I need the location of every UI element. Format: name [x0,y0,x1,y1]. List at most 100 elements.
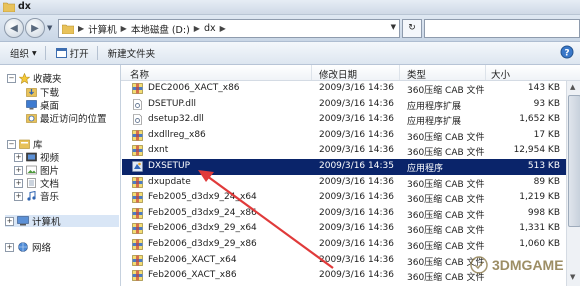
nav-music-label: 音乐 [40,192,60,203]
nav-recent-places[interactable]: 最近访问的位置 [26,112,107,125]
nav-desktop[interactable]: 桌面 [26,99,60,112]
refresh-button[interactable]: ↻ [402,19,422,38]
cab-icon [132,254,143,266]
nav-favorites[interactable]: − 收藏夹 [7,72,62,85]
network-icon [18,242,28,252]
file-row[interactable]: Feb2005_d3dx9_24_x64 2009/3/16 14:36 360压缩… [122,190,566,206]
file-size: 143 KB [527,83,560,93]
address-dropdown-icon[interactable]: ▼ [391,23,396,31]
collapse-icon[interactable]: − [7,139,16,149]
file-row[interactable]: Feb2005_d3dx9_24_x86 2009/3/16 14:36 360压缩… [122,206,566,222]
search-input[interactable] [424,19,580,38]
vertical-scrollbar[interactable]: ▲ ▼ [566,81,580,286]
file-size: 1,652 KB [519,114,560,125]
nav-desktop-label: 桌面 [40,101,60,112]
breadcrumb-drive[interactable]: 本地磁盘 (D:) [131,22,190,36]
title-bar: dx [0,0,580,15]
expand-icon[interactable]: + [14,191,23,201]
column-divider[interactable] [485,65,486,80]
nav-downloads[interactable]: 下载 [26,86,59,99]
expand-icon[interactable]: + [14,152,23,162]
file-name: Feb2005_d3dx9_24_x64 [148,192,257,203]
cab-icon [132,239,143,250]
forward-button[interactable]: ▶ [25,18,45,38]
nav-documents-label: 文档 [40,179,60,190]
toolbar-divider [96,46,98,60]
chevron-down-icon: ▼ [32,49,37,57]
chevron-right-icon[interactable]: ▶ [220,24,226,33]
cab-icon [132,145,143,157]
documents-icon [27,178,36,188]
expand-icon[interactable]: + [14,165,23,175]
breadcrumb-folder[interactable]: dx [204,23,216,34]
file-row[interactable]: DSETUP.dll 2009/3/16 14:36 应用程序扩展 93 KB [122,97,566,113]
address-row: ◀ ▶ ▼ ▶ 计算机 ▶ 本地磁盘 (D:) ▶ dx ▶ ▼ ↻ [0,15,580,42]
column-divider[interactable] [399,65,400,80]
file-row[interactable]: Feb2006_d3dx9_29_x64 2009/3/16 14:36 360压缩… [122,221,566,237]
nav-music[interactable]: + 音乐 [14,190,60,203]
file-name: Feb2006_d3dx9_29_x86 [148,239,257,249]
collapse-icon[interactable]: − [7,73,16,83]
chevron-right-icon[interactable]: ▶ [78,24,84,33]
cab-icon [132,176,143,188]
watermark-logo-icon [470,256,488,274]
file-row[interactable]: dsetup32.dll 2009/3/16 14:36 应用程序扩展 1,652 K… [122,112,566,128]
file-size: 513 KB [527,161,560,171]
file-row[interactable]: DXSETUP 2009/3/16 14:35 应用程序 513 KB [122,159,566,175]
file-modified-date: 2009/3/16 14:36 [319,145,394,156]
nav-pictures-label: 图片 [40,166,60,177]
file-name: dxupdate [148,176,191,187]
column-date[interactable]: 修改日期 [319,67,357,81]
back-button[interactable]: ◀ [4,18,24,38]
file-size: 998 KB [527,207,560,218]
address-bar[interactable]: ▶ 计算机 ▶ 本地磁盘 (D:) ▶ dx ▶ ▼ [58,19,400,38]
desktop-icon [26,100,37,110]
nav-network[interactable]: + 网络 [5,241,52,254]
file-size: 1,331 KB [519,223,560,234]
file-modified-date: 2009/3/16 14:36 [319,223,394,234]
organize-label: 组织 [10,49,30,60]
nav-favorites-label: 收藏夹 [33,74,62,85]
nav-pictures[interactable]: + 图片 [14,164,60,177]
nav-network-label: 网络 [32,243,52,254]
scroll-thumb[interactable] [568,95,580,227]
file-row[interactable]: dxnt 2009/3/16 14:36 360压缩 CAB 文件 12,954 KB [122,143,566,159]
column-divider[interactable] [311,65,312,80]
help-icon[interactable]: ? [560,45,574,59]
nav-documents[interactable]: + 文档 [14,177,60,190]
forward-arrow-icon: ▶ [31,22,39,34]
nav-libraries[interactable]: − 库 [7,138,43,151]
file-row[interactable]: DEC2006_XACT_x86 2009/3/16 14:36 360压缩 CAB… [122,81,566,97]
file-modified-date: 2009/3/16 14:36 [319,192,394,203]
nav-computer-label: 计算机 [32,217,61,228]
column-type[interactable]: 类型 [407,67,426,81]
file-type: 应用程序扩展 [407,117,462,128]
file-row[interactable]: Feb2006_d3dx9_29_x86 2009/3/16 14:36 360压缩… [122,237,566,253]
expand-icon[interactable]: + [14,178,23,188]
download-folder-icon [26,88,37,97]
file-type: 360压缩 CAB 文件 [407,195,485,206]
scroll-down-icon[interactable]: ▼ [570,273,575,281]
recent-pages-dropdown-icon[interactable]: ▼ [47,24,52,32]
new-folder-button[interactable]: 新建文件夹 [108,46,156,60]
expand-icon[interactable]: + [5,216,14,226]
open-button[interactable]: 打开 [55,46,89,60]
organize-button[interactable]: 组织 ▼ [10,46,37,60]
column-size[interactable]: 大小 [491,67,510,81]
file-row[interactable]: dxdllreg_x86 2009/3/16 14:36 360压缩 CAB 文件 1… [122,128,566,144]
scroll-up-icon[interactable]: ▲ [570,83,575,91]
file-name: dsetup32.dll [148,114,204,125]
column-name[interactable]: 名称 [130,67,149,81]
recent-places-icon [26,114,37,123]
file-type: 360压缩 CAB 文件 [407,179,485,190]
nav-computer[interactable]: + 计算机 [5,215,119,228]
dll-icon [132,98,143,110]
expand-icon[interactable]: + [5,242,14,252]
breadcrumb-computer[interactable]: 计算机 [88,22,117,36]
window-open-icon [55,48,67,58]
file-row[interactable]: dxupdate 2009/3/16 14:36 360压缩 CAB 文件 89 KB [122,175,566,191]
nav-videos[interactable]: + 视频 [14,151,59,164]
chevron-right-icon[interactable]: ▶ [194,24,200,33]
chevron-right-icon[interactable]: ▶ [121,24,127,33]
file-modified-date: 2009/3/16 14:36 [319,270,394,281]
